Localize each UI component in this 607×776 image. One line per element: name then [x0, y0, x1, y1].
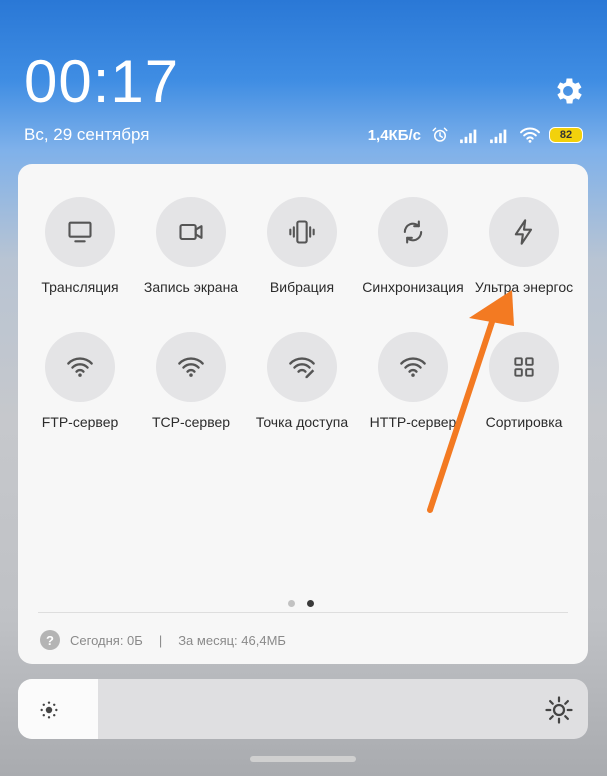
lightning-icon [514, 219, 533, 245]
usage-separator: | [158, 632, 163, 648]
settings-gear-icon[interactable] [551, 74, 585, 108]
tile-label: Точка доступа [255, 414, 349, 430]
wifi-icon [520, 127, 540, 143]
video-camera-icon [179, 223, 203, 241]
brightness-high-icon [545, 696, 573, 724]
wifi-icon [67, 357, 93, 377]
tile-label: TCP-сервер [151, 414, 231, 430]
tile-tcp-server[interactable]: TCP-сервер [136, 332, 246, 430]
tile-label: Вибрация [269, 279, 335, 295]
network-speed: 1,4КБ/с [367, 126, 421, 144]
tile-sync[interactable]: Синхронизация [358, 197, 468, 295]
tile-label: Трансляция [41, 279, 119, 295]
status-indicators: 1,4КБ/с 82 [368, 124, 583, 146]
tile-label: Ультра энергос [474, 279, 574, 295]
signal-icon [490, 129, 507, 144]
usage-today: Сегодня: 0Б [70, 632, 143, 648]
tile-label: Синхронизация [362, 279, 464, 295]
page-dot-active[interactable] [307, 600, 314, 607]
help-icon: ? [40, 630, 60, 650]
divider [38, 612, 568, 613]
tile-label: Сортировка [485, 414, 563, 430]
monitor-icon [68, 221, 92, 243]
tile-hotspot[interactable]: Точка доступа [247, 332, 357, 430]
tile-label: FTP-сервер [41, 414, 119, 430]
tile-sort[interactable]: Сортировка [469, 332, 579, 430]
alarm-icon [432, 127, 448, 142]
tile-label: HTTP-сервер [369, 414, 457, 430]
tile-cast[interactable]: Трансляция [25, 197, 135, 295]
tile-vibration[interactable]: Вибрация [247, 197, 357, 295]
tile-ultra-battery-saver[interactable]: Ультра энергос [469, 197, 579, 295]
clock: 00:17 [24, 48, 180, 115]
hotspot-edit-icon [289, 357, 315, 379]
grid-icon [514, 357, 534, 377]
usage-month: За месяц: 46,4МБ [178, 632, 286, 648]
vibration-icon [289, 220, 315, 244]
status-bar: 00:17 Вс, 29 сентября 1,4КБ/с 82 [0, 0, 607, 160]
page-dot[interactable] [288, 600, 295, 607]
wifi-icon [400, 357, 426, 377]
page-indicator[interactable] [288, 600, 314, 607]
tile-label: Запись экрана [143, 279, 239, 295]
brightness-low-icon [40, 701, 58, 719]
tile-screen-record[interactable]: Запись экрана [136, 197, 246, 295]
battery-icon: 82 [549, 127, 583, 143]
brightness-slider[interactable] [18, 679, 588, 739]
signal-icon [460, 129, 477, 144]
wifi-icon [178, 357, 204, 377]
tile-ftp-server[interactable]: FTP-сервер [25, 332, 135, 430]
date: Вс, 29 сентября [24, 125, 150, 144]
quick-settings-panel: Трансляция Запись экрана Вибрация Синхро… [18, 164, 588, 664]
sync-icon [403, 220, 423, 244]
drag-handle[interactable] [250, 756, 356, 762]
tile-http-server[interactable]: HTTP-сервер [358, 332, 468, 430]
data-usage[interactable]: ? Сегодня: 0Б | За месяц: 46,4МБ [40, 630, 286, 650]
